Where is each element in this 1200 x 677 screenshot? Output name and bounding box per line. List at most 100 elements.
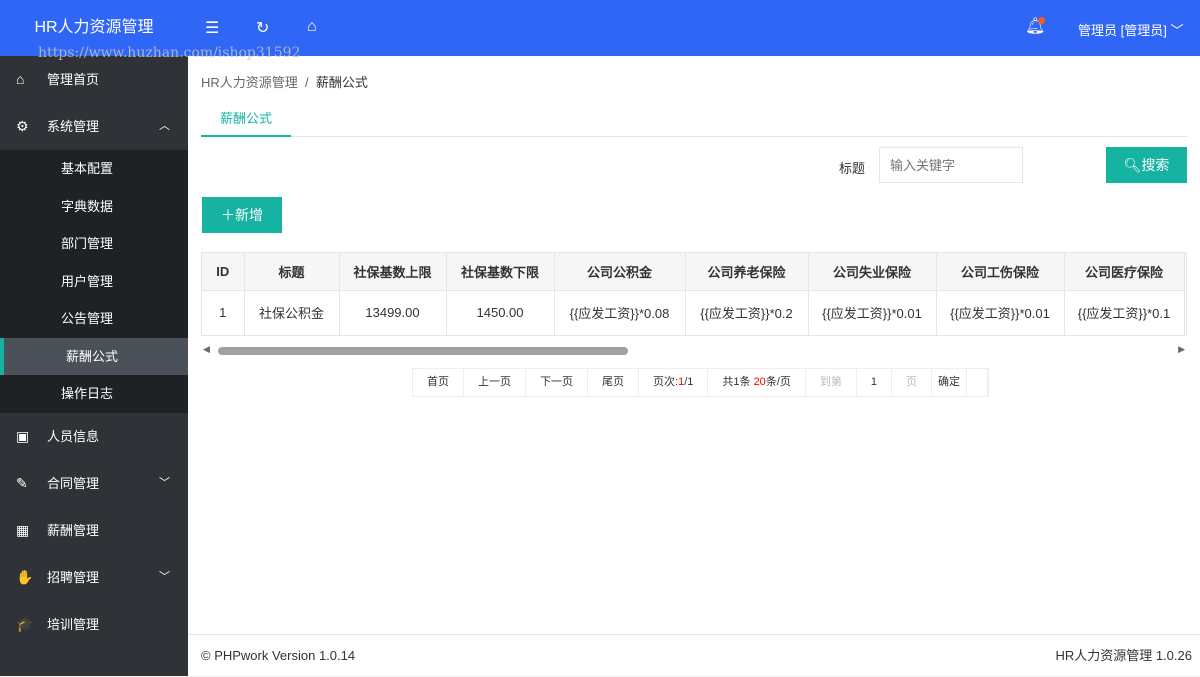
column-header[interactable]: 标题 (244, 253, 340, 290)
footer: © PHPwork Version 1.0.14 HR人力资源管理 1.0.26 (188, 634, 1200, 676)
menu-icon: ✎ (16, 474, 28, 491)
first-page-button[interactable]: 首页 (413, 369, 464, 396)
sidebar-item-3[interactable]: ✎ 合同管理 ﹀ (0, 460, 188, 507)
home-icon[interactable]: ⌂ (307, 18, 317, 36)
sidebar-item-label: 培训管理 (47, 616, 100, 632)
sidebar-item-label: 管理首页 (47, 72, 100, 87)
sidebar-item-5[interactable]: ✋ 招聘管理 ﹀ (0, 554, 188, 601)
sidebar-item-label: 人员信息 (47, 428, 100, 444)
submenu-item[interactable]: 公告管理 (0, 300, 188, 338)
breadcrumb-root[interactable]: HR人力资源管理 (201, 75, 298, 90)
table-row[interactable]: 1 社保公积金 13499.00 1450.00 {{应发工资}}*0.08 {{应发工资… (202, 289, 1185, 335)
pagination-spacer (967, 369, 988, 396)
next-page-button[interactable]: 下一页 (526, 369, 588, 396)
user-name: 管理员 [管理员] (1078, 23, 1167, 38)
table-cell: 13499.00 (339, 289, 447, 335)
menu-icon: ✋ (16, 568, 34, 585)
table-cell: 1 (202, 289, 245, 335)
chevron-icon: ︿ (159, 120, 170, 132)
table-header-row: ID 标题 社保基数上限 社保基数下限 公司公积金 公司养老保险 公司失业保险 公司工伤保险公… (202, 253, 1185, 290)
per-page: 20 (753, 376, 766, 388)
column-header[interactable]: 公司公积金 (554, 253, 686, 290)
tab-bar: 薪酬公式 (201, 100, 1187, 137)
goto-input[interactable]: 1 (857, 369, 892, 396)
table-cell: {{应发工资}}*0.08 (554, 289, 686, 335)
submenu-item[interactable]: 部门管理 (0, 225, 188, 263)
plus-icon: ＋ (221, 207, 235, 223)
refresh-icon[interactable]: ↻ (256, 18, 269, 38)
chevron-icon: ﹀ (159, 476, 170, 489)
breadcrumb-current: 薪酬公式 (315, 75, 368, 90)
submenu-item[interactable]: 操作日志 (0, 375, 188, 413)
page-total: /1 (684, 376, 694, 388)
sidebar-item-label: 合同管理 (47, 475, 100, 491)
total-count: 共1条 (722, 376, 754, 388)
menu-icon: ⌂ (16, 71, 25, 87)
search-button-label: 搜索 (1141, 157, 1170, 173)
column-header[interactable]: 社保基数下限 (446, 253, 555, 290)
tab-salary-formula[interactable]: 薪酬公式 (201, 100, 291, 137)
pagination: 首页 上一页 下一页 尾页 页次:1/1 共1条 20条/页 到第 1 页 确定 (412, 368, 989, 397)
sidebar-item-label: 招聘管理 (47, 569, 100, 585)
last-page-button[interactable]: 尾页 (588, 369, 639, 396)
sidebar-item-2[interactable]: ▣ 人员信息 (0, 413, 188, 460)
app-title: HR人力资源管理 (34, 19, 154, 36)
table-cell: {{应发工资}}*0.01 (936, 289, 1065, 335)
sidebar-item-label: 薪酬管理 (47, 522, 100, 538)
page-info: 页次:1/1 (639, 369, 709, 396)
sidebar-item-0[interactable]: ⌂ 管理首页 (0, 56, 188, 103)
chevron-icon: ﹀ (159, 570, 170, 583)
column-header[interactable]: 公司医疗保险 (1064, 253, 1185, 290)
column-header[interactable]: 公司养老保险 (685, 253, 809, 290)
column-header[interactable]: ID (202, 253, 245, 290)
submenu-item[interactable]: 用户管理 (0, 263, 188, 301)
table-cell: {{应发工资}}*0.2 (685, 289, 809, 335)
search-label: 标题 (839, 161, 866, 176)
search-icon: 🔍︎ (1123, 157, 1142, 173)
top-bar: HR人力资源管理 ☰ ↻ ⌂ 🔔︎ 管理员 [管理员] ﹀ (0, 0, 1200, 56)
submenu-item[interactable]: 字典数据 (0, 188, 188, 226)
menu-icon: ▣ (16, 427, 30, 444)
footer-app-version: HR人力资源管理 1.0.26 (1055, 648, 1192, 663)
column-header[interactable]: 社保基数上限 (339, 253, 447, 290)
page-label: 页次: (653, 376, 679, 388)
menu-icon: 🎓 (16, 615, 34, 632)
sidebar-item-label: 系统管理 (47, 119, 100, 134)
per-page-suffix: 条/页 (765, 376, 791, 388)
scroll-left-icon[interactable]: ◀ (203, 344, 210, 355)
add-button-label: 新增 (235, 207, 263, 223)
scrollbar-thumb[interactable] (218, 347, 628, 355)
table-cell: 1450.00 (446, 289, 555, 335)
notification-dot (1038, 17, 1045, 24)
column-header[interactable]: 公司失业保险 (808, 253, 937, 290)
table-cell: {{应发工资}}*0.1 (1064, 289, 1185, 335)
sidebar-item-1[interactable]: ⚙ 系统管理 ︿ (0, 103, 188, 150)
submenu-item[interactable]: 薪酬公式 (0, 337, 188, 375)
page-unit: 页 (892, 369, 932, 396)
search-input[interactable] (879, 147, 1023, 183)
column-header[interactable]: 公司工伤保险 (936, 253, 1065, 290)
submenu: 基本配置 字典数据 部门管理 用户管理 公告管理 薪酬公式 操作日志 (0, 150, 188, 413)
table-cell: 社保公积金 (244, 289, 340, 335)
main-content: HR人力资源管理 / 薪酬公式 薪酬公式 标题 🔍︎搜索 ＋新增 ID标题社保基… (188, 56, 1200, 634)
menu-icon: ⚙ (16, 118, 29, 134)
confirm-button[interactable]: 确定 (932, 369, 967, 396)
breadcrumb: HR人力资源管理 / 薪酬公式 (201, 72, 368, 91)
prev-page-button[interactable]: 上一页 (464, 369, 526, 396)
sidebar: ⌂ 管理首页 ⚙ 系统管理 ︿ 基本配置 字典数据 部门管理 用户管理 公告管理 薪酬公式 操作日志 ▣… (0, 56, 188, 676)
table-cell: {{应发工资}}*0.01 (808, 289, 937, 335)
search-button[interactable]: 🔍︎搜索 (1106, 147, 1187, 183)
menu-fold-icon[interactable]: ☰ (205, 18, 219, 38)
breadcrumb-sep: / (305, 75, 309, 90)
sidebar-item-4[interactable]: ▦ 薪酬管理 (0, 507, 188, 554)
sidebar-item-6[interactable]: 🎓 培训管理 (0, 601, 188, 648)
submenu-item[interactable]: 基本配置 (0, 150, 188, 188)
scroll-right-icon[interactable]: ▶ (1178, 344, 1185, 355)
horizontal-scrollbar[interactable]: ◀ ▶ (201, 343, 1187, 359)
total-info: 共1条 20条/页 (708, 369, 806, 396)
footer-version: © PHPwork Version 1.0.14 (201, 648, 356, 663)
data-table: ID 标题 社保基数上限 社保基数下限 公司公积金 公司养老保险 公司失业保险 公司工伤保险公… (201, 252, 1187, 336)
user-menu[interactable]: 管理员 [管理员] ﹀ (1078, 20, 1183, 39)
goto-label: 到第 (806, 369, 857, 396)
add-button[interactable]: ＋新增 (202, 197, 282, 233)
